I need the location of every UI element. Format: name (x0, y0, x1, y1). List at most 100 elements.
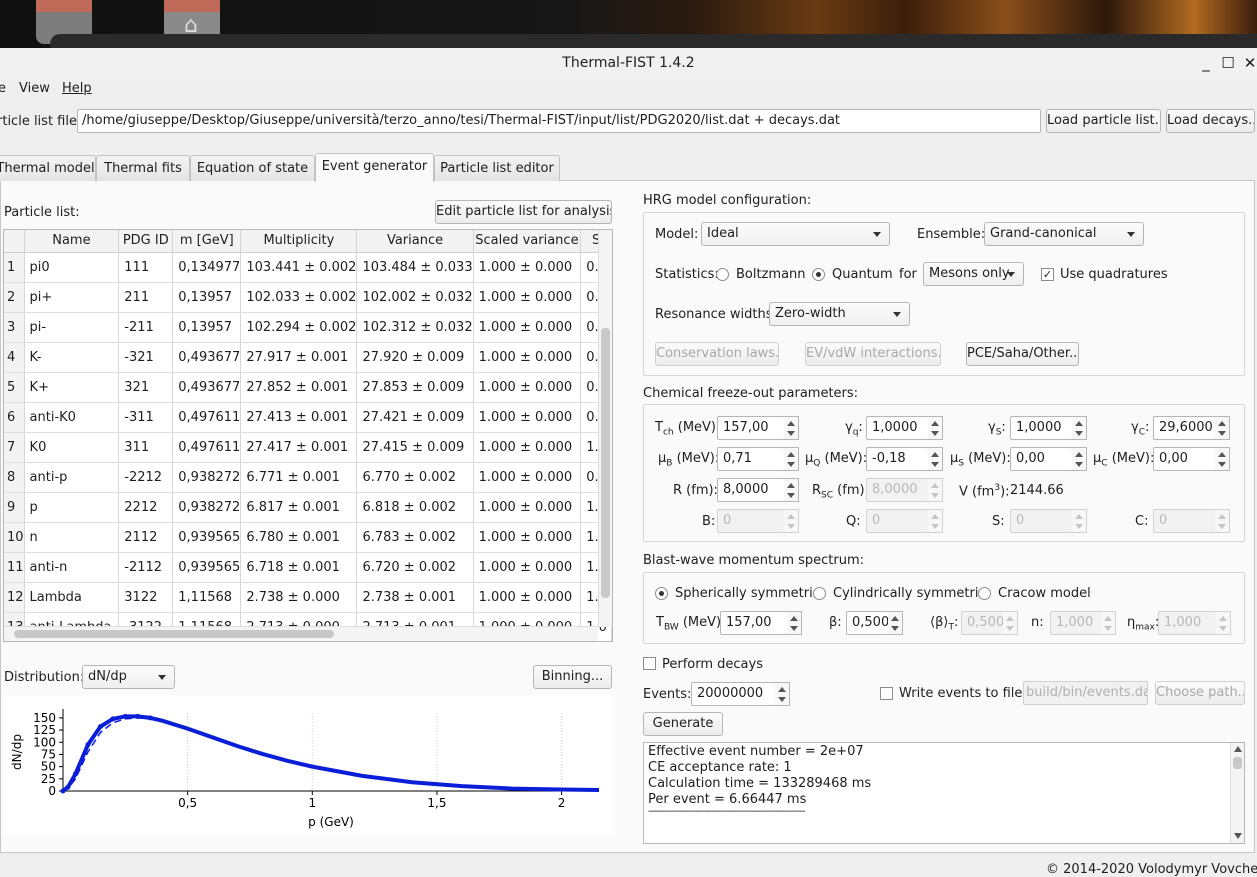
tab-equation-of-state[interactable]: Equation of state (190, 155, 315, 181)
gamma-s-spinbox[interactable]: 1,0000 (1010, 416, 1087, 440)
mu-q-value[interactable]: -0,18 (866, 447, 929, 471)
strangeness-spinbox[interactable]: 0 (1010, 509, 1087, 533)
boltzmann-radio[interactable] (716, 268, 729, 281)
table-row[interactable]: 8 anti-p -2212 0,938272 6.771 ± 0.001 6.770 ±… (4, 462, 612, 493)
spin-arrows[interactable] (1215, 447, 1230, 471)
table-row[interactable]: 10 n 2112 0,939565 6.780 ± 0.001 6.783 ± 0.00… (4, 522, 612, 553)
table-row[interactable]: 4 K- -321 0,493677 27.917 ± 0.001 27.920 ± 0.… (4, 342, 612, 373)
column-header[interactable]: m [GeV] (172, 230, 242, 253)
table-row[interactable]: 1 pi0 111 0,134977 103.441 ± 0.002 103.484 ± … (4, 252, 612, 283)
write-events-checkbox[interactable] (880, 687, 893, 700)
beta-t-value[interactable]: 0,500 (961, 611, 1004, 635)
spin-arrows[interactable] (888, 611, 903, 635)
spherical-radio[interactable] (655, 587, 668, 600)
table-row[interactable]: 5 K+ 321 0,493677 27.852 ± 0.001 27.853 ± 0.0… (4, 372, 612, 403)
edit-particle-list-button[interactable]: Edit particle list for analysis... (435, 200, 612, 224)
table-row[interactable]: 6 anti-K0 -311 0,497611 27.413 ± 0.001 27.421… (4, 402, 612, 433)
radius-value[interactable]: 8,0000 (717, 478, 785, 502)
tab-particle-list-editor[interactable]: Particle list editor (434, 155, 560, 181)
pce-saha-other-button[interactable]: PCE/Saha/Other... (966, 342, 1079, 366)
tab-event-generator[interactable]: Event generator (315, 153, 434, 182)
tbw-value[interactable]: 157,00 (720, 611, 788, 635)
tab-thermal-fits[interactable]: Thermal fits (96, 155, 190, 181)
spin-arrows[interactable] (1003, 611, 1018, 635)
column-header[interactable]: PDG ID (118, 230, 174, 253)
perform-decays-checkbox[interactable] (643, 657, 656, 670)
model-select[interactable]: Ideal (701, 222, 890, 246)
spin-arrows[interactable] (1072, 416, 1087, 440)
strangeness-value[interactable]: 0 (1010, 509, 1073, 533)
ev-vdw-interactions-button[interactable]: EV/vdW interactions... (805, 342, 941, 366)
mu-b-spinbox[interactable]: 0,71 (717, 447, 799, 471)
n-spinbox[interactable]: 1,000 (1050, 611, 1116, 635)
eta-max-value[interactable]: 1,000 (1158, 611, 1217, 635)
mu-q-spinbox[interactable]: -0,18 (866, 447, 943, 471)
tch-value[interactable]: 157,00 (717, 416, 785, 440)
column-header[interactable]: Scaled variance (473, 230, 582, 253)
baryon-charge-value[interactable]: 0 (717, 509, 785, 533)
log-output[interactable]: Effective event number = 2e+07 CE accept… (643, 742, 1245, 844)
resonance-widths-select[interactable]: Zero-width (769, 302, 910, 326)
table-row[interactable]: 12 Lambda 3122 1,11568 2.738 ± 0.000 2.738 ± … (4, 582, 612, 613)
scroll-thumb[interactable] (601, 328, 610, 598)
gamma-c-value[interactable]: 29,6000 (1153, 416, 1216, 440)
load-decays-button[interactable]: Load decays... (1166, 109, 1255, 133)
scroll-thumb[interactable] (1233, 757, 1242, 769)
eta-max-spinbox[interactable]: 1,000 (1158, 611, 1231, 635)
table-row[interactable]: 2 pi+ 211 0,13957 102.033 ± 0.002 102.002 ± 0… (4, 282, 612, 313)
tab-thermal-model[interactable]: Thermal model (0, 155, 96, 181)
distribution-select[interactable]: dN/dp (82, 665, 175, 689)
tch-spinbox[interactable]: 157,00 (717, 416, 799, 440)
mu-c-value[interactable]: 0,00 (1153, 447, 1216, 471)
gamma-q-spinbox[interactable]: 1,0000 (866, 416, 943, 440)
load-particle-list-button[interactable]: Load particle list... (1046, 109, 1161, 133)
charm-value[interactable]: 0 (1153, 509, 1216, 533)
mu-s-value[interactable]: 0,00 (1010, 447, 1073, 471)
cracow-radio[interactable] (978, 587, 991, 600)
table-vertical-scrollbar[interactable] (598, 230, 612, 627)
close-button[interactable]: ✕ (1240, 52, 1257, 74)
gamma-q-value[interactable]: 1,0000 (866, 416, 929, 440)
ensemble-select[interactable]: Grand-canonical (984, 222, 1144, 246)
conservation-laws-button[interactable]: Conservation laws... (655, 342, 779, 366)
spin-arrows[interactable] (928, 416, 943, 440)
column-header[interactable]: Variance (356, 230, 474, 253)
minimize-button[interactable]: _ (1196, 52, 1216, 74)
tbw-spinbox[interactable]: 157,00 (720, 611, 802, 635)
spin-arrows[interactable] (784, 416, 799, 440)
electric-charge-spinbox[interactable]: 0 (866, 509, 943, 533)
log-scrollbar[interactable] (1230, 743, 1244, 843)
statistics-for-select[interactable]: Mesons only (923, 262, 1024, 286)
mu-b-value[interactable]: 0,71 (717, 447, 785, 471)
spin-arrows[interactable] (1216, 611, 1231, 635)
mu-c-spinbox[interactable]: 0,00 (1153, 447, 1230, 471)
column-header[interactable] (4, 230, 25, 253)
beta-value[interactable]: 0,500 (846, 611, 889, 635)
table-row[interactable]: 7 K0 311 0,497611 27.417 ± 0.001 27.415 ± 0.0… (4, 432, 612, 463)
spin-arrows[interactable] (1101, 611, 1116, 635)
beta-t-spinbox[interactable]: 0,500 (961, 611, 1018, 635)
cylindrical-radio[interactable] (813, 587, 826, 600)
table-row[interactable]: 9 p 2212 0,938272 6.817 ± 0.001 6.818 ± 0.002… (4, 492, 612, 523)
menu-view[interactable]: View (19, 81, 50, 96)
spin-arrows[interactable] (928, 509, 943, 533)
column-header[interactable]: Name (24, 230, 120, 253)
spin-arrows[interactable] (775, 682, 790, 706)
scroll-down-icon[interactable] (1234, 833, 1242, 839)
table-horizontal-scrollbar[interactable] (4, 626, 598, 641)
maximize-button[interactable]: ☐ (1218, 52, 1238, 74)
spin-arrows[interactable] (1215, 416, 1230, 440)
spin-arrows[interactable] (928, 478, 943, 502)
binning-button[interactable]: Binning... (533, 665, 612, 689)
table-row[interactable]: 3 pi- -211 0,13957 102.294 ± 0.002 102.312 ± … (4, 312, 612, 343)
spin-arrows[interactable] (784, 478, 799, 502)
spin-arrows[interactable] (1072, 509, 1087, 533)
electric-charge-value[interactable]: 0 (866, 509, 929, 533)
menu-help[interactable]: Help (62, 81, 92, 96)
n-value[interactable]: 1,000 (1050, 611, 1102, 635)
spin-arrows[interactable] (784, 509, 799, 533)
mu-s-spinbox[interactable]: 0,00 (1010, 447, 1087, 471)
radius-spinbox[interactable]: 8,0000 (717, 478, 799, 502)
menu-file[interactable]: e (0, 81, 6, 96)
column-header[interactable]: Multiplicity (240, 230, 358, 253)
